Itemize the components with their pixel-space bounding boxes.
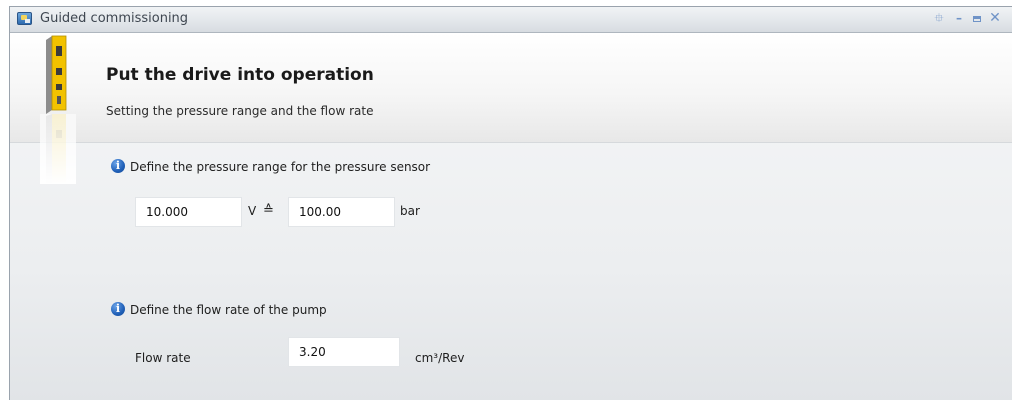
pin-icon[interactable]: ⯐: [933, 12, 945, 25]
page-subtitle: Setting the pressure range and the flow …: [106, 104, 374, 118]
app-icon: [17, 12, 32, 25]
maximize-icon[interactable]: [971, 12, 983, 25]
equivalence-symbol: ≙: [263, 203, 274, 218]
flow-rate-field-label: Flow rate: [135, 351, 191, 365]
info-icon: i: [111, 159, 125, 173]
pressure-input[interactable]: [288, 197, 395, 227]
page-header: Put the drive into operation Setting the…: [10, 33, 1012, 143]
flow-rate-input[interactable]: [288, 337, 400, 367]
close-icon[interactable]: ✕: [989, 11, 1001, 25]
title-bar[interactable]: Guided commissioning ⯐ – ✕: [10, 7, 1012, 33]
voltage-unit-label: V: [248, 204, 257, 218]
pressure-range-label: Define the pressure range for the pressu…: [130, 160, 431, 174]
flow-rate-unit-label: cm³/Rev: [415, 351, 465, 365]
guided-commissioning-window: Guided commissioning ⯐ – ✕ Put the drive…: [9, 6, 1012, 400]
minimize-icon[interactable]: –: [953, 12, 965, 25]
voltage-input[interactable]: [135, 197, 242, 227]
page-title: Put the drive into operation: [106, 65, 374, 85]
drive-device-image: [40, 35, 76, 184]
info-icon: i: [111, 302, 125, 316]
flow-rate-section-label: Define the flow rate of the pump: [130, 303, 327, 317]
window-title: Guided commissioning: [40, 11, 189, 26]
pressure-unit-label: bar: [400, 204, 420, 218]
